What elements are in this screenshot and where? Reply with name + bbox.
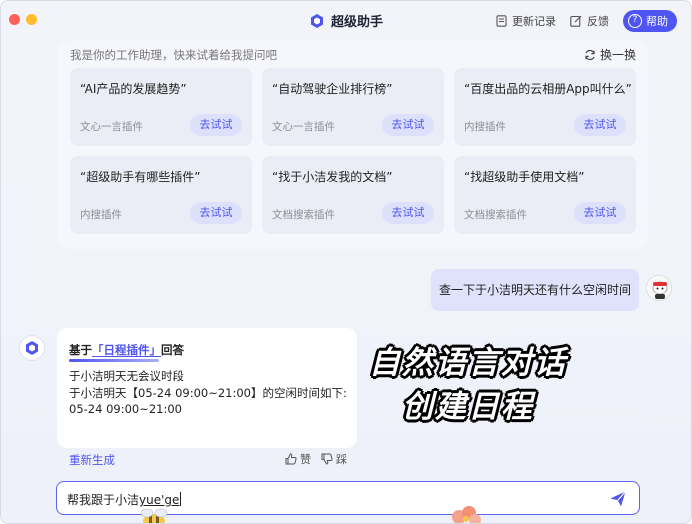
suggestion-card[interactable]: “百度出品的云相册App叫什么” 内搜插件 去试试 (454, 68, 636, 146)
top-actions: 更新记录 反馈 ? 帮助 (496, 10, 677, 32)
suggestion-source: 文档搜索插件 (272, 209, 335, 221)
title-bar: 超级助手 更新记录 反馈 ? 帮助 (1, 1, 691, 41)
like-button[interactable]: 赞 (285, 451, 311, 467)
changelog-button[interactable]: 更新记录 (496, 13, 556, 29)
suggestion-title: “超级助手有哪些插件” (80, 170, 201, 184)
feedback-label: 反馈 (587, 15, 609, 28)
try-button[interactable]: 去试试 (382, 114, 434, 136)
answer-line: 05-24 09:00~21:00 (69, 402, 182, 416)
suggestion-card[interactable]: “找于小洁发我的文档” 文档搜索插件 去试试 (262, 156, 444, 234)
help-button[interactable]: ? 帮助 (623, 10, 677, 32)
user-message-bubble: 查一下于小洁明天还有什么空闲时间 (431, 269, 639, 311)
plugin-prefix: 基于 (69, 343, 92, 357)
user-avatar-icon (648, 277, 671, 300)
thumbs-up-icon (285, 453, 297, 465)
ime-composing-text: yue'ge (139, 493, 180, 507)
try-button[interactable]: 去试试 (190, 202, 242, 224)
try-button[interactable]: 去试试 (574, 202, 626, 224)
suggestion-source: 内搜插件 (464, 121, 506, 133)
suggestion-source: 文心一言插件 (80, 121, 143, 133)
caption-line-2: 创建日程 (402, 389, 534, 425)
suggestion-card[interactable]: “超级助手有哪些插件” 内搜插件 去试试 (70, 156, 252, 234)
feedback-controls: 赞 踩 (285, 451, 347, 467)
feedback-button[interactable]: 反馈 (570, 13, 609, 29)
assistant-logo-icon (26, 341, 38, 355)
plugin-name-link[interactable]: 「日程插件」 (92, 343, 161, 357)
suggestion-source: 文心一言插件 (272, 121, 335, 133)
plugin-underline-decoration (69, 359, 159, 362)
changelog-label: 更新记录 (512, 15, 556, 28)
refresh-suggestions-button[interactable]: 换一换 (584, 46, 636, 63)
dislike-button[interactable]: 踩 (321, 451, 347, 467)
document-icon (496, 15, 507, 27)
suggestion-title: “找于小洁发我的文档” (272, 170, 393, 184)
flower-sticker-icon (452, 506, 481, 523)
promo-caption: 自然语言对话 创建日程 (343, 341, 593, 429)
refresh-label: 换一换 (599, 48, 636, 62)
help-label: 帮助 (646, 15, 668, 28)
answer-line: 于小洁明天无会议时段 (69, 369, 184, 383)
suggestions-header: 我是你的工作助理，快来试着给我提问吧 (70, 48, 277, 62)
bee-sticker-icon (140, 508, 168, 523)
typed-text: 帮我跟于小洁 (67, 493, 140, 507)
answer-line: 于小洁明天【05-24 09:00~21:00】的空闲时间如下: (69, 386, 347, 400)
like-label: 赞 (300, 453, 311, 466)
suggestion-source: 内搜插件 (80, 209, 122, 221)
suggestion-title: “自动驾驶企业排行榜” (272, 82, 393, 96)
assistant-message-card: 基于「日程插件」回答 于小洁明天无会议时段 于小洁明天【05-24 09:00~… (57, 328, 357, 448)
try-button[interactable]: 去试试 (382, 202, 434, 224)
app-title-text: 超级助手 (330, 15, 383, 30)
assistant-avatar (19, 335, 45, 361)
question-icon: ? (628, 14, 642, 28)
suggestion-title: “AI产品的发展趋势” (80, 82, 187, 96)
plugin-source-line: 基于「日程插件」回答 (69, 342, 184, 358)
plugin-suffix: 回答 (161, 343, 184, 357)
suggestions-panel: 我是你的工作助理，快来试着给我提问吧 换一换 “AI产品的发展趋势” 文心一言插… (58, 41, 648, 249)
try-button[interactable]: 去试试 (574, 114, 626, 136)
dislike-label: 踩 (336, 453, 347, 466)
edit-icon (570, 15, 582, 27)
text-caret (180, 492, 182, 506)
app-logo-icon (310, 13, 323, 28)
user-avatar (646, 275, 672, 301)
suggestion-title: “找超级助手使用文档” (464, 170, 585, 184)
suggestion-title: “百度出品的云相册App叫什么” (464, 82, 632, 96)
thumbs-down-icon (321, 453, 333, 465)
suggestion-card[interactable]: “自动驾驶企业排行榜” 文心一言插件 去试试 (262, 68, 444, 146)
app-window: 超级助手 更新记录 反馈 ? 帮助 我是你的工作助理，快来试着给我提问吧 换一换… (0, 0, 692, 524)
suggestion-card[interactable]: “找超级助手使用文档” 文档搜索插件 去试试 (454, 156, 636, 234)
refresh-icon (585, 49, 595, 60)
send-icon[interactable] (609, 490, 627, 508)
suggestion-source: 文档搜索插件 (464, 209, 527, 221)
try-button[interactable]: 去试试 (190, 114, 242, 136)
caption-line-1: 自然语言对话 (369, 345, 567, 381)
message-input-text[interactable]: 帮我跟于小洁yue'ge (67, 491, 182, 508)
suggestion-card[interactable]: “AI产品的发展趋势” 文心一言插件 去试试 (70, 68, 252, 146)
regenerate-button[interactable]: 重新生成 (69, 452, 115, 468)
